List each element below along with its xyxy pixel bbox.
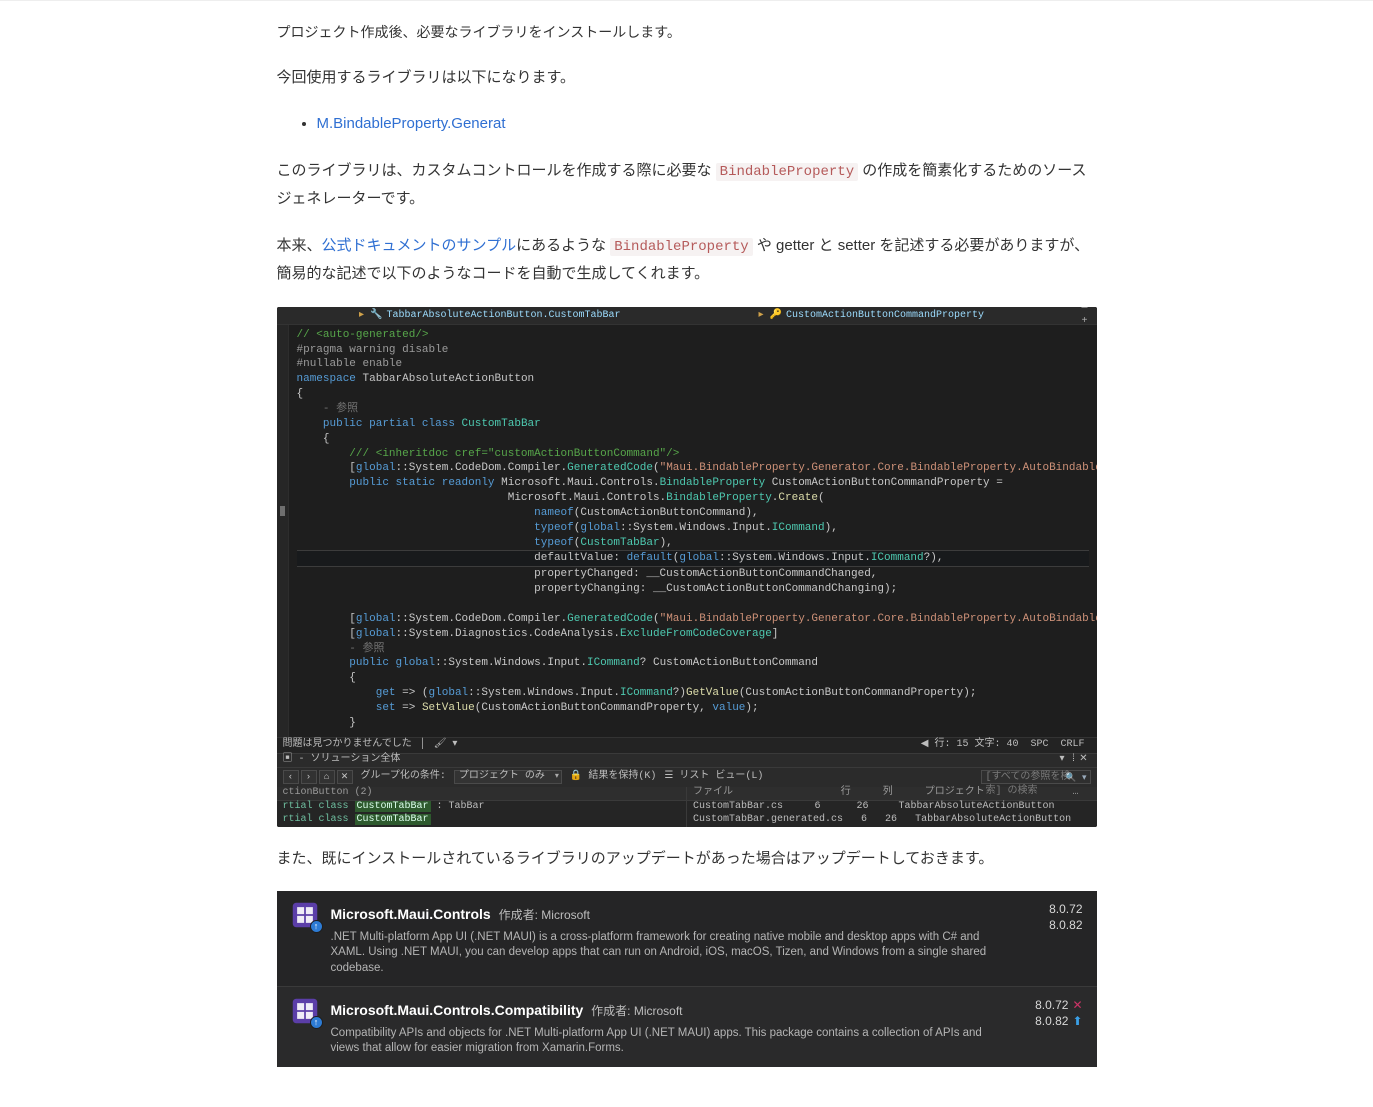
editor-status-bar: 問題は見つかりませんでした │ 🖌 ▾ ◀ 行: 15 文字: 40 SPC C… — [277, 737, 1097, 753]
paragraph-4: また、既にインストールされているライブラリのアップデートがあった場合はアップデー… — [277, 845, 1097, 874]
paragraph-3: 本来、公式ドキュメントのサンプルにあるような BindableProperty … — [277, 232, 1097, 289]
group-header[interactable]: ctionButton (2) — [277, 787, 687, 801]
indent-mode[interactable]: SPC — [1024, 738, 1054, 752]
package-versions: 8.0.72 8.0.82 — [1013, 901, 1083, 933]
keep-results-toggle[interactable]: 🔒 結果を保持(K) — [570, 770, 656, 784]
breadcrumb-class[interactable]: ▸ 🔧TabbarAbsoluteActionButton.CustomTabB… — [359, 309, 621, 323]
editor-margin — [277, 325, 289, 737]
update-badge-icon: ↑ — [310, 1016, 323, 1029]
text: このライブラリは、カスタムコントロールを作成する際に必要な — [277, 162, 716, 179]
table-row[interactable]: CustomTabBar.generated.cs 6 26 TabbarAbs… — [687, 814, 1097, 827]
nav-back-button[interactable]: ‹ — [283, 770, 299, 784]
cutoff-text: プロジェクト作成後、必要なライブラリをインストールします。 — [277, 19, 1097, 46]
nav-fwd-button[interactable]: › — [301, 770, 317, 784]
doc-sample-link[interactable]: 公式ドキュメントのサンプル — [322, 237, 517, 254]
vs-editor-screenshot: ▸ 🔧TabbarAbsoluteActionButton.CustomTabB… — [277, 307, 1097, 827]
member-icon: ▸ 🔑 — [759, 310, 782, 321]
solution-scope-bar: ▣ - ソリューション全体 ▾ ⁞ ✕ — [277, 753, 1097, 767]
paragraph-2: このライブラリは、カスタムコントロールを作成する際に必要な BindablePr… — [277, 157, 1097, 214]
nuget-updates-panel: ↑ Microsoft.Maui.Controls 作成者: Microsoft… — [277, 891, 1097, 1067]
text: 本来、 — [277, 237, 322, 254]
line-ending[interactable]: CRLF — [1054, 738, 1090, 752]
update-icon[interactable]: ⬆ — [1072, 1010, 1082, 1033]
package-author: 作成者: Microsoft — [591, 1004, 682, 1018]
search-icon: 🔍 ▾ — [1065, 772, 1086, 784]
package-icon: ↑ — [291, 901, 319, 929]
table-row[interactable]: rtial class CustomTabBar — [277, 814, 687, 827]
text: にあるような — [516, 237, 610, 254]
package-description: .NET Multi-platform App UI (.NET MAUI) i… — [331, 930, 1001, 977]
divider-icon: │ — [420, 738, 426, 752]
nav-prev-button[interactable]: ◀ — [921, 738, 929, 752]
class-icon: ▸ 🔧 — [359, 310, 382, 321]
table-row[interactable]: CustomTabBar.cs 6 26 TabbarAbsoluteActio… — [687, 801, 1097, 814]
package-author: 作成者: Microsoft — [499, 908, 590, 922]
group-by-label: グループ化の条件: — [361, 770, 446, 784]
inline-code: BindableProperty — [610, 238, 752, 256]
brush-icon[interactable]: 🖌 ▾ — [434, 738, 458, 752]
chevron-down-icon: ▾ — [555, 772, 559, 783]
library-list-item: M.BindableProperty.Generat — [317, 110, 1097, 139]
refs-search-input[interactable]: [すべての参照を検索] の検索 🔍 ▾ — [981, 770, 1091, 784]
pin-button[interactable]: ▾ ⁞ — [1059, 753, 1076, 767]
no-issues-text: 問題は見つかりませんでした — [283, 738, 412, 752]
find-refs-toolbar: ‹ › ⌂ ✕ グループ化の条件: プロジェクト のみ▾ 🔒 結果を保持(K) … — [277, 767, 1097, 787]
group-by-dropdown[interactable]: プロジェクト のみ▾ — [454, 770, 562, 784]
editor-breadcrumb-bar: ▸ 🔧TabbarAbsoluteActionButton.CustomTabB… — [277, 307, 1097, 325]
paragraph-1: 今回使用するライブラリは以下になります。 — [277, 64, 1097, 93]
list-view-toggle[interactable]: ☰ リスト ビュー(L) — [664, 770, 763, 784]
breadcrumb-member[interactable]: ▸ 🔑CustomActionButtonCommandProperty — [759, 309, 985, 323]
cursor-position: 行: 15 文字: 40 — [928, 738, 1024, 752]
table-row[interactable]: rtial class CustomTabBar : TabBar — [277, 801, 687, 814]
clear-button[interactable]: ✕ — [337, 770, 353, 784]
home-button[interactable]: ⌂ — [319, 770, 335, 784]
scope-dropdown[interactable]: ▣ - ソリューション全体 — [283, 753, 401, 767]
library-link[interactable]: M.BindableProperty.Generat — [317, 115, 506, 132]
code-area[interactable]: // <auto-generated/> #pragma warning dis… — [289, 325, 1097, 737]
nuget-package-row[interactable]: ↑ Microsoft.Maui.Controls.Compatibility … — [277, 987, 1097, 1067]
update-badge-icon: ↑ — [310, 920, 323, 933]
find-refs-table: ctionButton (2) rtial class CustomTabBar… — [277, 787, 1097, 827]
package-versions: 8.0.72 ✕ 8.0.82 ⬆ — [1013, 997, 1083, 1029]
package-description: Compatibility APIs and objects for .NET … — [331, 1026, 1001, 1057]
inline-code: BindableProperty — [716, 163, 858, 181]
nuget-package-row[interactable]: ↑ Microsoft.Maui.Controls 作成者: Microsoft… — [277, 891, 1097, 987]
package-title: Microsoft.Maui.Controls 作成者: Microsoft — [331, 901, 1001, 928]
close-panel-button[interactable]: ✕ — [1077, 753, 1091, 767]
package-icon: ↑ — [291, 997, 319, 1025]
package-title: Microsoft.Maui.Controls.Compatibility 作成… — [331, 997, 1001, 1024]
